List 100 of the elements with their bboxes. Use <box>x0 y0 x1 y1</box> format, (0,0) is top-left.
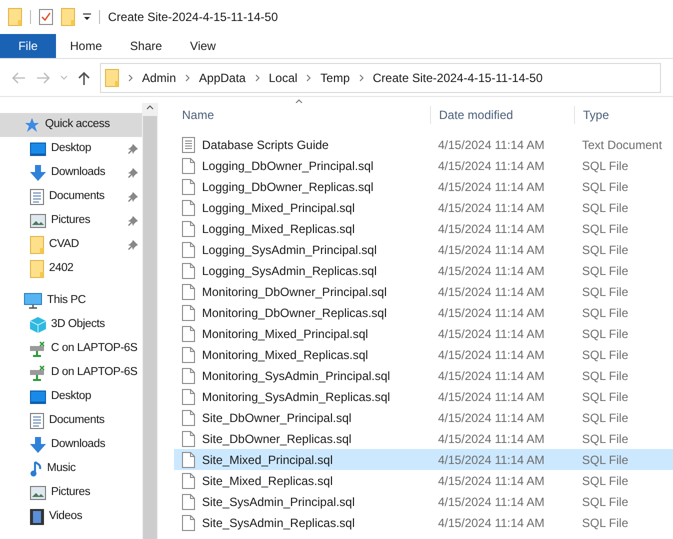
file-name: Monitoring_SysAdmin_Replicas.sql <box>202 388 390 406</box>
sidebar-item[interactable]: 2402 <box>0 257 142 281</box>
sidebar-item[interactable]: Downloads <box>0 161 142 185</box>
file-row[interactable]: Monitoring_Mixed_Principal.sql 4/15/2024 11:14 AM SQL File <box>174 323 673 344</box>
file-name: Monitoring_SysAdmin_Principal.sql <box>202 368 390 384</box>
sidebar-item[interactable]: Music <box>0 457 142 481</box>
file-row[interactable]: Site_Mixed_Principal.sql 4/15/2024 11:14 AM SQL File <box>174 449 673 470</box>
breadcrumb[interactable]: Admin <box>142 68 176 86</box>
file-row[interactable]: Logging_SysAdmin_Replicas.sql 4/15/2024 11:14 AM SQL File <box>174 260 673 281</box>
sidebar-item[interactable]: Pictures <box>0 481 142 505</box>
column-header[interactable]: Name <box>174 106 430 124</box>
monitor-icon <box>30 142 46 156</box>
file-row[interactable]: Logging_SysAdmin_Principal.sql 4/15/2024 11:14 AM SQL File <box>174 239 673 260</box>
scroll-up-icon[interactable] <box>146 105 154 110</box>
type-cell-text: SQL File <box>581 388 628 406</box>
sidebar-item[interactable]: Pictures <box>0 209 142 233</box>
file-icon <box>182 494 195 510</box>
column-header[interactable]: Date modified <box>430 106 574 124</box>
file-row[interactable]: Logging_DbOwner_Principal.sql 4/15/2024 11:14 AM SQL File <box>174 155 673 176</box>
type-cell-text: SQL File <box>581 242 628 258</box>
date-cell-text: 4/15/2024 11:14 AM <box>437 200 546 216</box>
file-row[interactable]: Site_DbOwner_Replicas.sql 4/15/2024 11:14 AM SQL File <box>174 428 673 449</box>
network-drive-icon <box>30 365 46 381</box>
date-cell-text: 4/15/2024 11:14 AM <box>437 220 546 238</box>
file-name: Site_DbOwner_Principal.sql <box>202 410 352 426</box>
sidebar-item[interactable]: 3D Objects <box>0 313 142 337</box>
sidebar-item[interactable]: This PC <box>0 289 142 313</box>
file-name: Monitoring_DbOwner_Replicas.sql <box>202 304 387 322</box>
chevron-icon <box>358 74 364 82</box>
file-icon <box>182 304 195 320</box>
breadcrumb[interactable]: Local <box>268 68 298 86</box>
file-icon <box>182 368 195 384</box>
scrollbar[interactable] <box>142 103 158 539</box>
sidebar-item[interactable]: D on LAPTOP-6S <box>0 361 142 385</box>
ribbon-tab[interactable]: Home <box>56 34 116 58</box>
file-row[interactable]: Monitoring_DbOwner_Principal.sql 4/15/2024 11:14 AM SQL File <box>174 281 673 302</box>
file-name: Site_DbOwner_Replicas.sql <box>202 430 352 448</box>
document-icon <box>30 189 44 205</box>
document-icon <box>30 413 44 429</box>
breadcrumb[interactable]: Create Site-2024-4-15-11-14-50 <box>372 68 543 86</box>
file-row[interactable]: Logging_Mixed_Replicas.sql 4/15/2024 11:14 AM SQL File <box>174 218 673 239</box>
file-row[interactable]: Site_SysAdmin_Replicas.sql 4/15/2024 11:14 AM SQL File <box>174 512 673 533</box>
file-name: Monitoring_Mixed_Replicas.sql <box>202 346 368 364</box>
file-icon <box>182 346 195 362</box>
sidebar-item[interactable]: CVAD <box>0 233 142 257</box>
file-row[interactable]: Site_DbOwner_Principal.sql 4/15/2024 11:14 AM SQL File <box>174 407 673 428</box>
file-row[interactable]: Monitoring_SysAdmin_Principal.sql 4/15/2024 11:14 AM SQL File <box>174 365 673 386</box>
file-row[interactable]: Database Scripts Guide 4/15/2024 11:14 AM Text Document <box>174 134 673 155</box>
ribbon-tab[interactable]: File <box>0 34 56 58</box>
file-row[interactable]: Monitoring_DbOwner_Replicas.sql 4/15/2024 11:14 AM SQL File <box>174 302 673 323</box>
network-drive-icon <box>30 341 46 357</box>
sidebar-item[interactable]: Documents <box>0 409 142 433</box>
type-cell-text: SQL File <box>581 514 628 532</box>
sidebar-item[interactable]: Desktop <box>0 385 142 409</box>
up-arrow-icon[interactable] <box>78 70 90 84</box>
type-cell-text: SQL File <box>581 430 628 448</box>
file-row[interactable]: Site_SysAdmin_Principal.sql 4/15/2024 11:14 AM SQL File <box>174 491 673 512</box>
file-row[interactable]: Logging_Mixed_Principal.sql 4/15/2024 11:14 AM SQL File <box>174 197 673 218</box>
type-cell-text: SQL File <box>581 262 628 280</box>
sidebar-item[interactable]: Documents <box>0 185 142 209</box>
monitor-icon <box>30 390 46 404</box>
file-row[interactable]: Monitoring_SysAdmin_Replicas.sql 4/15/2024 11:14 AM SQL File <box>174 386 673 407</box>
sidebar-item[interactable]: Quick access <box>0 113 142 137</box>
type-cell-text: SQL File <box>581 158 628 174</box>
chevron-icon <box>306 74 312 82</box>
breadcrumb[interactable]: Temp <box>320 68 350 86</box>
file-name: Logging_SysAdmin_Principal.sql <box>202 242 377 258</box>
address-bar[interactable]: Admin AppData Local Temp Create Site-2024-4-15-11-14-50 <box>100 62 661 92</box>
file-name: Site_SysAdmin_Replicas.sql <box>202 514 355 532</box>
file-icon <box>182 410 195 426</box>
type-cell-text: SQL File <box>581 326 628 342</box>
properties-icon[interactable] <box>39 9 53 25</box>
type-cell-text: SQL File <box>581 284 628 300</box>
file-name: Database Scripts Guide <box>202 136 329 154</box>
file-icon <box>182 262 195 278</box>
file-icon <box>182 472 195 488</box>
date-cell-text: 4/15/2024 11:14 AM <box>437 452 546 468</box>
sidebar-item[interactable]: Videos <box>0 505 142 529</box>
file-icon <box>182 158 195 174</box>
dropdown-icon[interactable] <box>83 13 91 21</box>
type-cell-text: Text Document <box>581 136 662 154</box>
sidebar-item[interactable]: Desktop <box>0 137 142 161</box>
file-row[interactable]: Logging_DbOwner_Replicas.sql 4/15/2024 11:14 AM SQL File <box>174 176 673 197</box>
file-icon <box>182 178 195 194</box>
column-header[interactable]: Type <box>574 106 610 124</box>
sidebar-item[interactable]: C on LAPTOP-6S <box>0 337 142 361</box>
file-icon <box>182 220 195 236</box>
sidebar-item[interactable]: Downloads <box>0 433 142 457</box>
computer-icon <box>24 293 42 309</box>
file-row[interactable]: Monitoring_Mixed_Replicas.sql 4/15/2024 11:14 AM SQL File <box>174 344 673 365</box>
breadcrumb[interactable]: AppData <box>199 68 246 86</box>
ribbon-tab[interactable]: Share <box>116 34 176 58</box>
chevron-icon <box>185 74 190 82</box>
file-row[interactable]: Site_Mixed_Replicas.sql 4/15/2024 11:14 AM SQL File <box>174 470 673 491</box>
type-cell-text: SQL File <box>581 178 628 196</box>
date-cell-text: 4/15/2024 11:14 AM <box>437 242 546 258</box>
type-cell-text: SQL File <box>581 368 628 384</box>
type-cell-text: SQL File <box>581 410 628 426</box>
ribbon-tab[interactable]: View <box>176 34 230 58</box>
date-cell-text: 4/15/2024 11:14 AM <box>437 410 546 426</box>
